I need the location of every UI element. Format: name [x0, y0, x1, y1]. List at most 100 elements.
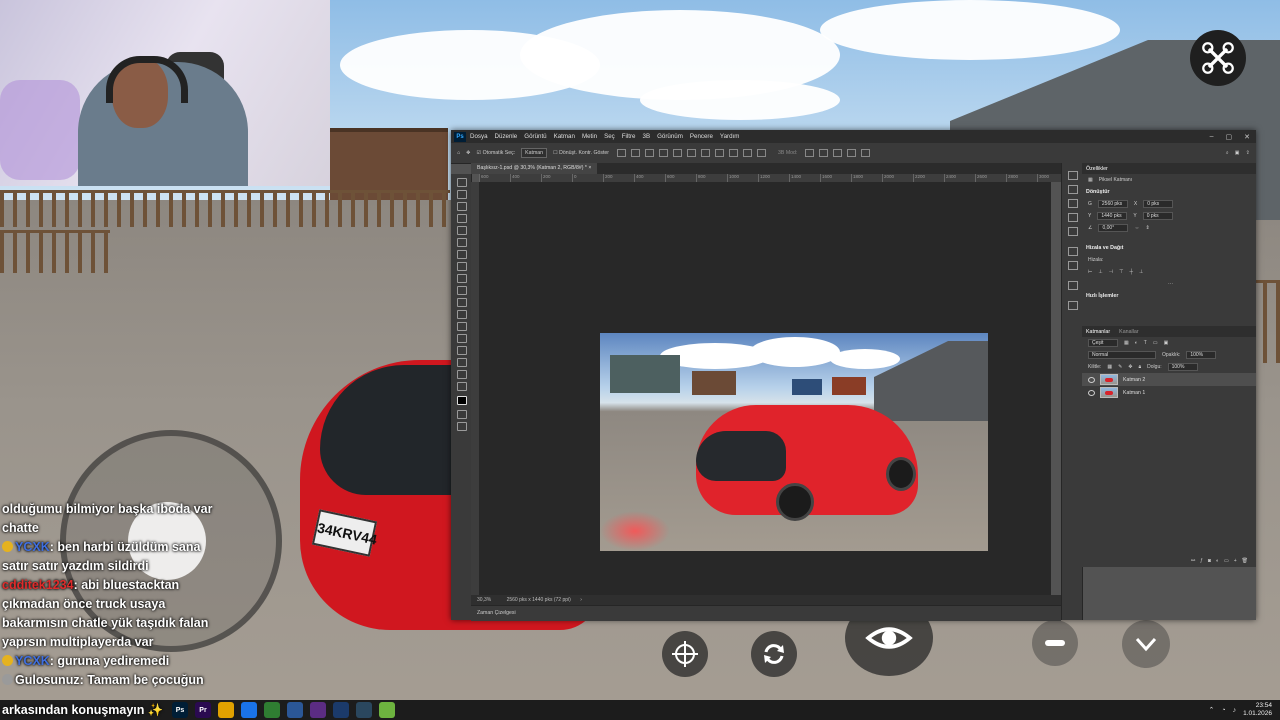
paragraph-icon[interactable] — [1068, 261, 1078, 270]
swatches-icon[interactable] — [1068, 213, 1078, 222]
history-brush-tool-icon[interactable] — [457, 286, 467, 295]
taskbar-app-icon[interactable]: Ps — [172, 702, 188, 718]
filter-smart-icon[interactable]: ▣ — [1164, 340, 1169, 346]
3d-pan-icon[interactable] — [833, 149, 843, 157]
minimize-icon[interactable]: – — [1210, 133, 1214, 140]
tab-properties[interactable]: Özellikler — [1086, 166, 1108, 172]
chevron-right-icon[interactable]: › — [580, 597, 582, 603]
align-middle-icon[interactable]: ┼ — [1129, 269, 1133, 275]
pen-tool-icon[interactable] — [457, 322, 467, 331]
home-icon[interactable]: ⌂ — [457, 150, 460, 156]
taskbar-app-icon[interactable] — [218, 702, 234, 718]
lasso-tool-icon[interactable] — [457, 202, 467, 211]
tab-channels[interactable]: Kanallar — [1119, 329, 1138, 335]
lock-move-icon[interactable]: ✥ — [1128, 364, 1132, 370]
align-icon[interactable] — [729, 149, 739, 157]
flip-vertical-icon[interactable]: ⇕ — [1145, 225, 1149, 231]
minus-icon[interactable] — [1032, 620, 1078, 666]
filter-adjust-icon[interactable]: ◐ — [1135, 340, 1138, 346]
align-icon[interactable] — [645, 149, 655, 157]
healing-tool-icon[interactable] — [457, 250, 467, 259]
height-field[interactable]: 1440 pks — [1097, 212, 1128, 220]
close-tab-icon[interactable]: × — [588, 165, 591, 171]
menu-select[interactable]: Seç — [604, 133, 615, 140]
hand-tool-icon[interactable] — [457, 370, 467, 379]
rectangle-tool-icon[interactable] — [457, 358, 467, 367]
history-icon[interactable] — [1068, 171, 1078, 180]
zoom-tool-icon[interactable] — [457, 382, 467, 391]
x-field[interactable]: 0 pks — [1143, 200, 1174, 208]
align-icon[interactable] — [715, 149, 725, 157]
filter-shape-icon[interactable]: ▭ — [1153, 340, 1158, 346]
taskbar-app-icon[interactable] — [310, 702, 326, 718]
align-icon[interactable] — [631, 149, 641, 157]
align-right-icon[interactable]: ⊣ — [1109, 269, 1113, 275]
link-layers-icon[interactable]: ⚯ — [1191, 558, 1195, 564]
y-field[interactable]: 0 pks — [1142, 212, 1173, 220]
menu-file[interactable]: Dosya — [470, 133, 488, 140]
menu-window[interactable]: Pencere — [690, 133, 713, 140]
menu-image[interactable]: Görüntü — [524, 133, 546, 140]
move-tool-icon[interactable]: ✥ — [466, 150, 470, 156]
align-icon[interactable] — [673, 149, 683, 157]
menu-view[interactable]: Görünüm — [657, 133, 683, 140]
blend-mode-dropdown[interactable]: Normal — [1088, 351, 1156, 359]
3d-orbit-icon[interactable] — [805, 149, 815, 157]
lock-pixels-icon[interactable]: ▦ — [1107, 364, 1112, 370]
glyphs-icon[interactable] — [1068, 301, 1078, 310]
document-canvas[interactable] — [600, 333, 988, 551]
character-icon[interactable] — [1068, 247, 1078, 256]
document-tab[interactable]: Başlıksız-1.psd @ 30,3% (Katman 2, RGB/8… — [471, 163, 598, 174]
flip-horizontal-icon[interactable]: ⇔ — [1134, 225, 1139, 231]
align-bottom-icon[interactable]: ⊥ — [1139, 269, 1143, 275]
clock[interactable]: 23:54 1.01.2026 — [1243, 702, 1272, 718]
menu-edit[interactable]: Düzenle — [495, 133, 518, 140]
add-mask-icon[interactable]: ◙ — [1208, 558, 1211, 564]
layer-row[interactable]: Katman 1 — [1082, 386, 1256, 399]
adjustment-layer-icon[interactable]: ◐ — [1216, 558, 1219, 564]
chevron-down-icon[interactable] — [1122, 620, 1170, 668]
menu-filter[interactable]: Filtre — [622, 133, 636, 140]
stamp-tool-icon[interactable] — [457, 274, 467, 283]
quick-select-tool-icon[interactable] — [457, 214, 467, 223]
taskbar-app-icon[interactable] — [356, 702, 372, 718]
menu-help[interactable]: Yardım — [720, 133, 739, 140]
taskbar-app-icon[interactable] — [241, 702, 257, 718]
tools-icon[interactable] — [1068, 281, 1078, 290]
layer-row[interactable]: Katman 2 — [1082, 373, 1256, 386]
quick-actions-heading[interactable]: Hızlı İşlemler — [1082, 290, 1256, 302]
new-layer-icon[interactable]: + — [1234, 558, 1237, 564]
angle-field[interactable]: 0,00° — [1098, 224, 1129, 232]
align-icon[interactable] — [701, 149, 711, 157]
gradient-tool-icon[interactable] — [457, 310, 467, 319]
3d-roll-icon[interactable] — [819, 149, 829, 157]
volume-icon[interactable]: ♪ — [1233, 707, 1237, 714]
menu-3d[interactable]: 3B — [643, 133, 651, 140]
brush-settings-icon[interactable] — [1068, 185, 1078, 194]
zoom-level[interactable]: 30,3% — [477, 597, 491, 603]
delete-layer-icon[interactable]: 🗑︎ — [1242, 558, 1248, 564]
adjustments-icon[interactable] — [1068, 199, 1078, 208]
menu-layer[interactable]: Katman — [554, 133, 575, 140]
brush-tool-icon[interactable] — [457, 262, 467, 271]
search-icon[interactable]: ⌕ — [1226, 150, 1229, 157]
filter-pixel-icon[interactable]: ▦ — [1124, 340, 1129, 346]
align-heading[interactable]: Hizala ve Dağıt — [1082, 242, 1256, 254]
crop-tool-icon[interactable] — [457, 226, 467, 235]
layer-select-dropdown[interactable]: Katman — [521, 148, 548, 158]
3d-scale-icon[interactable] — [861, 149, 871, 157]
align-icon[interactable] — [743, 149, 753, 157]
type-tool-icon[interactable] — [457, 334, 467, 343]
taskbar-app-icon[interactable]: Pr — [195, 702, 211, 718]
fill-field[interactable]: 100% — [1167, 363, 1198, 371]
tray-chevron-icon[interactable]: ⌃ — [1208, 706, 1214, 714]
align-top-icon[interactable]: ⊤ — [1119, 269, 1123, 275]
filter-type-icon[interactable]: T — [1144, 340, 1147, 346]
taskbar-app-icon[interactable] — [379, 702, 395, 718]
tab-layers[interactable]: Katmanlar — [1086, 329, 1110, 335]
align-icon[interactable] — [757, 149, 767, 157]
share-icon[interactable]: ⇪ — [1246, 150, 1250, 156]
visibility-eye-icon[interactable] — [1088, 389, 1095, 396]
align-center-icon[interactable]: ⊥ — [1098, 269, 1102, 275]
eyedropper-tool-icon[interactable] — [457, 238, 467, 247]
